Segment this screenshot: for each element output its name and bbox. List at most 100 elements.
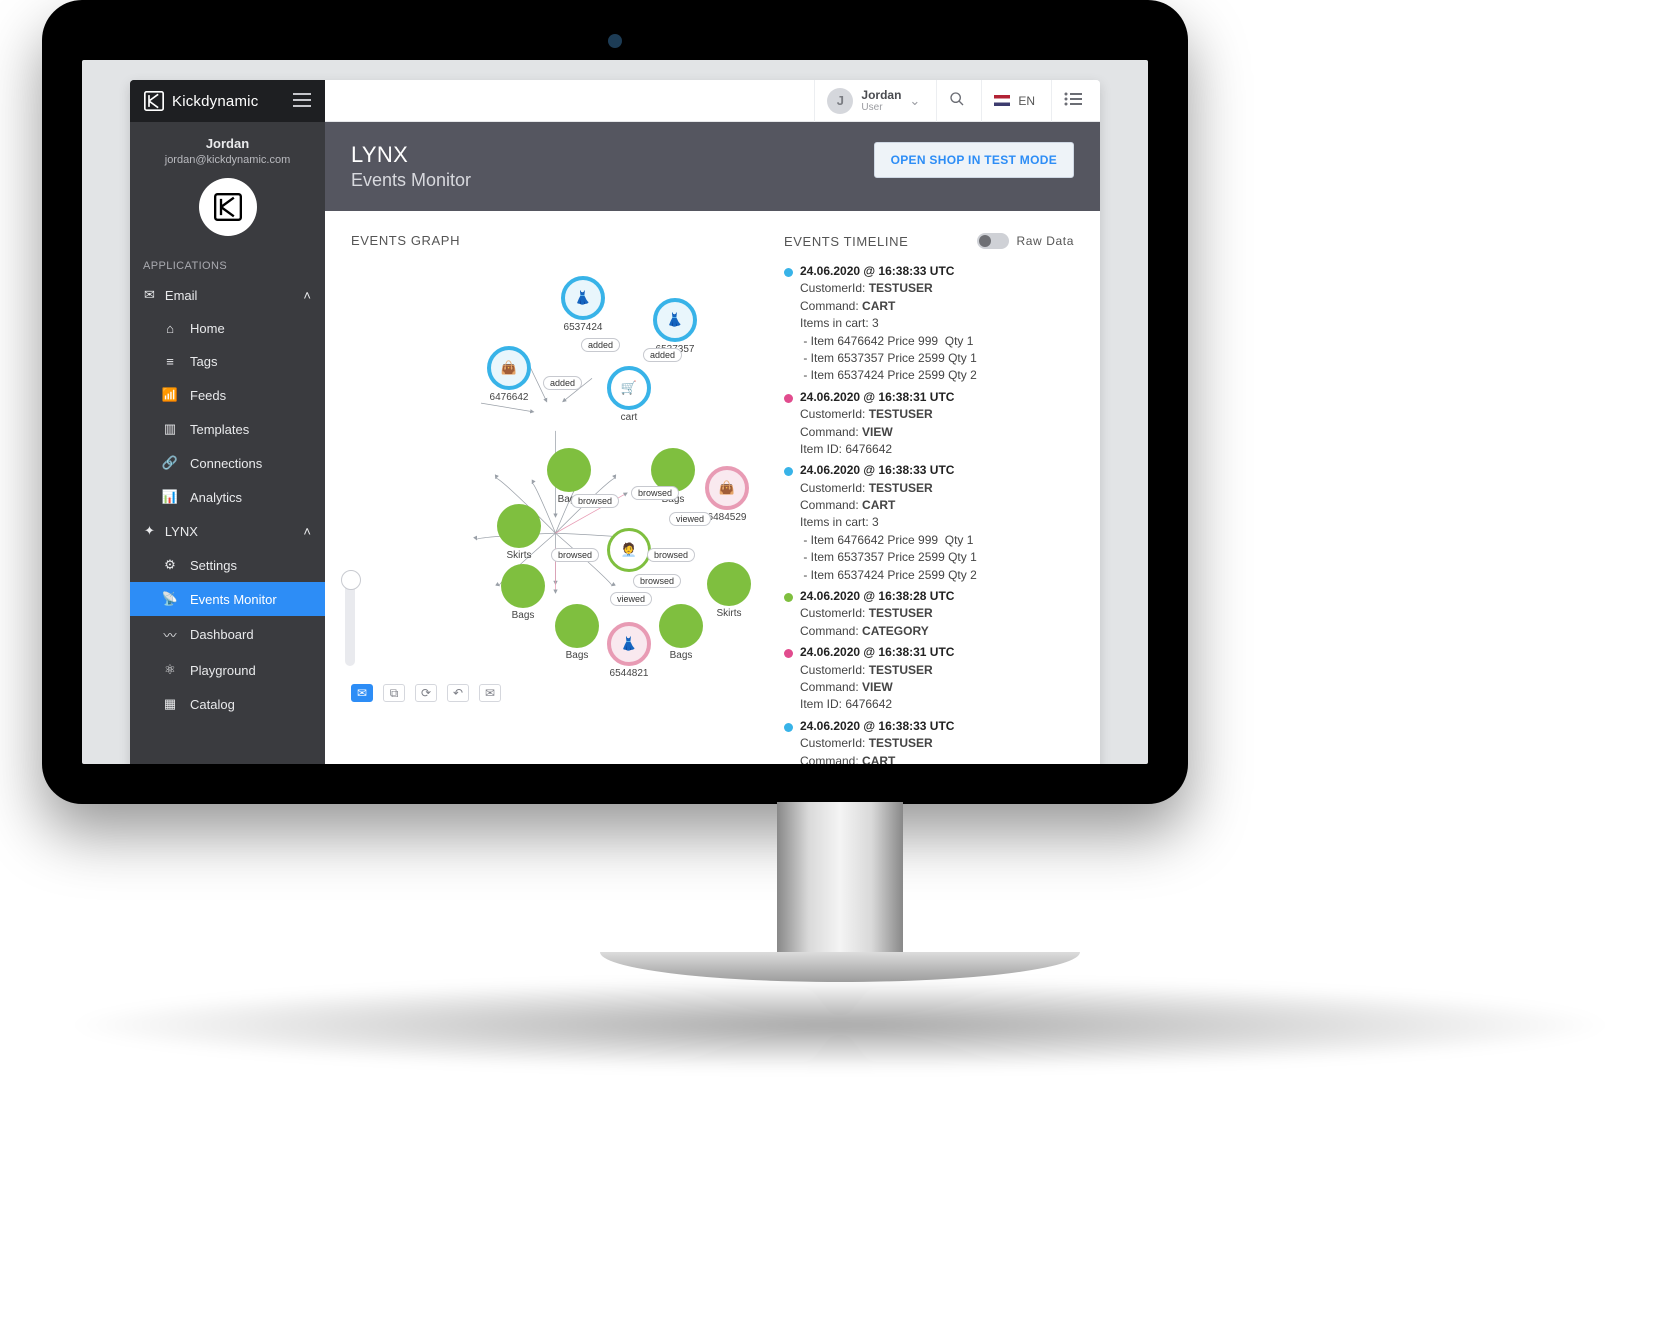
timeline-timestamp: 24.06.2020 @ 16:38:28 UTC <box>800 588 1074 605</box>
sidebar-item-label: Tags <box>190 354 217 369</box>
graph-node-category[interactable]: Bags <box>659 604 703 661</box>
tool-copy-icon[interactable]: ⧉ <box>383 684 405 702</box>
sidebar-section-label: APPLICATIONS <box>130 246 325 278</box>
graph-node-cart[interactable]: 🛒cart <box>607 366 651 423</box>
sidebar-item-templates[interactable]: ▥ Templates <box>130 412 325 446</box>
graph-node-user[interactable]: 🧑‍💼 <box>607 528 651 572</box>
sidebar-item-analytics[interactable]: 📊 Analytics <box>130 480 325 514</box>
edge-label: browsed <box>647 548 695 562</box>
graph-node-category[interactable]: Bags <box>501 564 545 621</box>
timeline-timestamp: 24.06.2020 @ 16:38:31 UTC <box>800 389 1074 406</box>
timeline-detail: CustomerId: TESTUSER <box>800 735 1074 752</box>
sidebar-item-feeds[interactable]: 📶 Feeds <box>130 378 325 412</box>
dashboard-icon: 〰 <box>162 625 178 644</box>
language-label: EN <box>1018 94 1035 108</box>
graph-node-product[interactable]: 👜6476642 <box>487 346 531 403</box>
edge-label: browsed <box>633 574 681 588</box>
timeline-item[interactable]: 24.06.2020 @ 16:38:33 UTCCustomerId: TES… <box>784 263 1074 385</box>
timeline-item[interactable]: 24.06.2020 @ 16:38:33 UTCCustomerId: TES… <box>784 462 1074 584</box>
user-menu[interactable]: J Jordan User ⌄ <box>814 80 932 122</box>
zoom-slider[interactable] <box>345 576 355 666</box>
main: J Jordan User ⌄ <box>325 80 1100 764</box>
chevron-down-icon: ⌄ <box>909 93 920 109</box>
nav-group-email[interactable]: ✉ Email ˄ <box>130 278 325 312</box>
flag-icon <box>994 95 1010 106</box>
profile-name: Jordan <box>130 136 325 151</box>
edge-label: browsed <box>551 548 599 562</box>
sidebar-item-settings[interactable]: ⚙ Settings <box>130 548 325 582</box>
raw-data-toggle[interactable] <box>977 233 1009 249</box>
page-titlebar: LYNX Events Monitor OPEN SHOP IN TEST MO… <box>325 122 1100 211</box>
graph-node-category[interactable]: Skirts <box>497 504 541 561</box>
edge-label: added <box>543 376 582 390</box>
timeline-detail: Command: VIEW <box>800 424 1074 441</box>
events-graph[interactable]: 👗6537424 👗6537357 👜6476642 🛒cart <box>351 262 760 702</box>
graph-node-category[interactable]: Bags <box>555 604 599 661</box>
timeline-item[interactable]: 24.06.2020 @ 16:38:31 UTCCustomerId: TES… <box>784 389 1074 459</box>
timeline-item[interactable]: 24.06.2020 @ 16:38:31 UTCCustomerId: TES… <box>784 644 1074 714</box>
timeline-detail: Command: CART <box>800 497 1074 514</box>
user-role: User <box>861 102 901 113</box>
language-switch[interactable]: EN <box>981 80 1047 122</box>
edge-label: viewed <box>610 592 652 606</box>
sidebar-item-tags[interactable]: ≡ Tags <box>130 345 325 378</box>
nav-group-lynx[interactable]: ✦ LYNX ˄ <box>130 514 325 548</box>
sidebar-item-label: Connections <box>190 456 262 471</box>
sidebar-item-dashboard[interactable]: 〰 Dashboard <box>130 616 325 653</box>
timeline-detail: - Item 6476642 Price 999 Qty 1 <box>800 333 1074 350</box>
sidebar-item-playground[interactable]: ⚛ Playground <box>130 653 325 687</box>
sidebar-item-connections[interactable]: 🔗 Connections <box>130 446 325 480</box>
sidebar-item-home[interactable]: ⌂ Home <box>130 312 325 345</box>
email-icon: ✉ <box>144 287 155 303</box>
feeds-icon: 📶 <box>162 387 178 403</box>
timeline-detail: Items in cart: 3 <box>800 514 1074 531</box>
status-dot-icon <box>784 723 793 732</box>
sidebar-item-catalog[interactable]: ▦ Catalog <box>130 687 325 721</box>
sidebar-item-label: Feeds <box>190 388 226 403</box>
tool-mail-icon[interactable]: ✉ <box>479 684 501 702</box>
tool-undo-icon[interactable]: ↶ <box>447 684 469 702</box>
timeline-item[interactable]: 24.06.2020 @ 16:38:33 UTCCustomerId: TES… <box>784 718 1074 764</box>
list-view-button[interactable] <box>1051 80 1094 122</box>
edge-label: browsed <box>631 486 679 500</box>
profile-email: jordan@kickdynamic.com <box>130 154 325 166</box>
timeline-detail: Items in cart: 3 <box>800 315 1074 332</box>
menu-toggle-icon[interactable] <box>293 93 311 110</box>
status-dot-icon <box>784 593 793 602</box>
timeline-detail: Command: CART <box>800 298 1074 315</box>
events-timeline[interactable]: 24.06.2020 @ 16:38:33 UTC CustomerId: TES… <box>784 263 1074 764</box>
timeline-detail: CustomerId: TESTUSER <box>800 480 1074 497</box>
status-dot-icon <box>784 467 793 476</box>
playground-icon: ⚛ <box>162 662 178 678</box>
graph-node-product[interactable]: 👗6537357 <box>653 298 697 355</box>
timeline-detail: Item ID: 6476642 <box>800 696 1074 713</box>
timeline-timestamp: 24.06.2020 @ 16:38:33 UTC <box>800 263 1074 280</box>
open-shop-button[interactable]: OPEN SHOP IN TEST MODE <box>874 142 1074 178</box>
page-subtitle: Events Monitor <box>351 170 471 191</box>
analytics-icon: 📊 <box>162 489 178 505</box>
tool-email-icon[interactable]: ✉ <box>351 684 373 702</box>
lynx-icon: ✦ <box>144 523 155 539</box>
page-title: LYNX <box>351 142 471 168</box>
edge-label: browsed <box>571 494 619 508</box>
graph-node-product[interactable]: 👗6537424 <box>561 276 605 333</box>
chevron-up-icon: ˄ <box>303 524 311 539</box>
search-icon <box>949 91 965 110</box>
list-icon <box>1064 92 1082 109</box>
graph-node-viewed[interactable]: 👗6544821 <box>607 622 651 679</box>
sidebar-item-label: Analytics <box>190 490 242 505</box>
graph-node-category[interactable]: Skirts <box>707 562 751 619</box>
timeline-detail: - Item 6537424 Price 2599 Qty 2 <box>800 367 1074 384</box>
tool-refresh-icon[interactable]: ⟳ <box>415 684 437 702</box>
sidebar-item-events-monitor[interactable]: 📡 Events Monitor <box>130 582 325 616</box>
topbar: J Jordan User ⌄ <box>325 80 1100 122</box>
search-button[interactable] <box>936 80 977 122</box>
status-dot-icon <box>784 394 793 403</box>
timeline-item[interactable]: 24.06.2020 @ 16:38:28 UTCCustomerId: TES… <box>784 588 1074 640</box>
user-avatar: J <box>827 88 853 114</box>
timeline-detail: CustomerId: TESTUSER <box>800 406 1074 423</box>
sidebar-item-label: Playground <box>190 663 256 678</box>
profile-avatar[interactable] <box>199 178 257 236</box>
sidebar: Kickdynamic Jordan jordan@kickdynamic.co… <box>130 80 325 764</box>
graph-node-viewed[interactable]: 👜6484529 <box>705 466 749 523</box>
